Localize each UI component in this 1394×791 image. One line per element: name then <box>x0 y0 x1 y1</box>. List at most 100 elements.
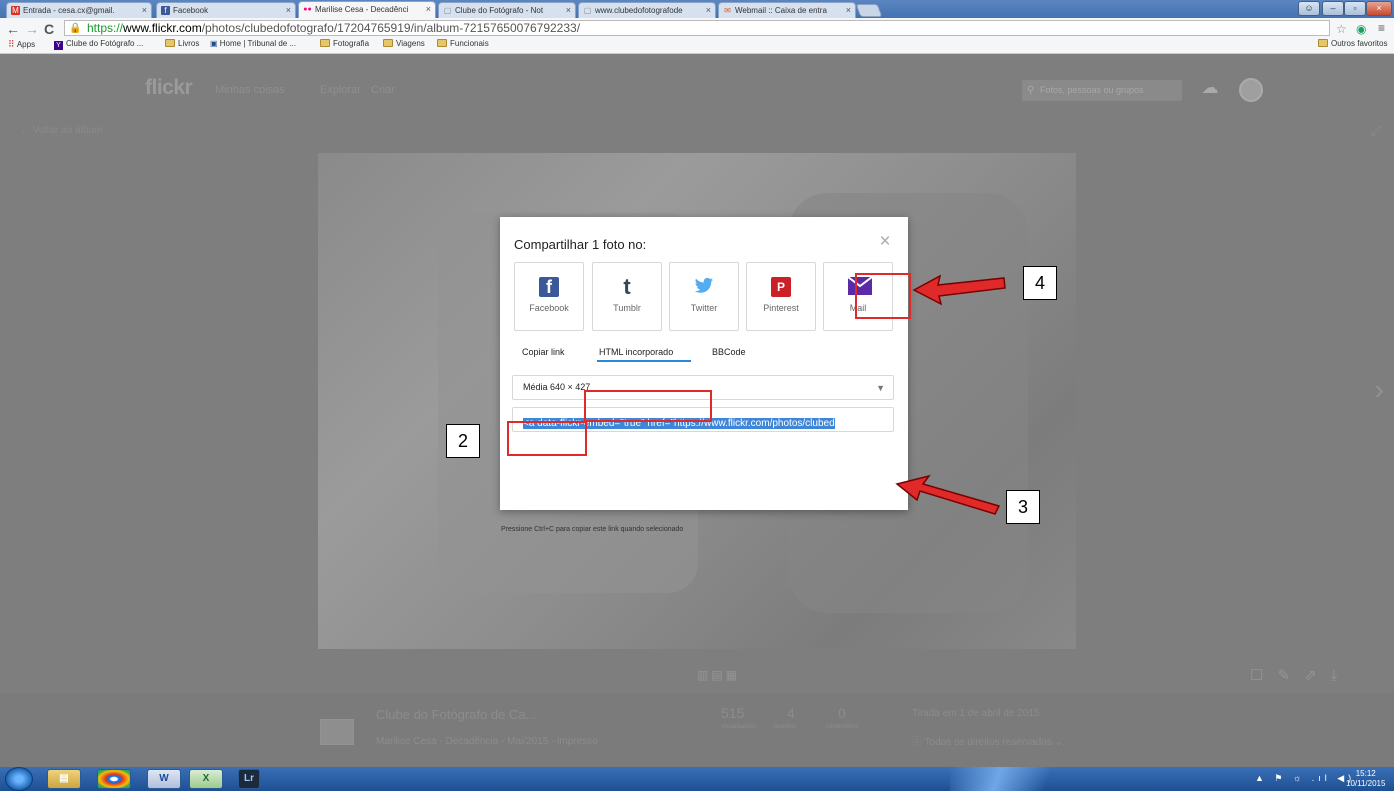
tab-bbcode[interactable]: BBCode <box>712 347 746 357</box>
bookmark-apps[interactable]: ⠿ Apps <box>8 39 35 50</box>
views-count: 515 <box>721 705 745 721</box>
active-tab-indicator <box>597 360 691 362</box>
close-window-button[interactable]: × <box>1366 1 1392 16</box>
annotation-number-4: 4 <box>1023 266 1057 300</box>
facebook-icon: f <box>161 6 170 15</box>
url-path: /photos/clubedofotografo/17204765919/in/… <box>201 21 581 35</box>
folder-icon <box>165 39 175 47</box>
comments-count: 0 <box>838 705 846 721</box>
gmail-icon: M <box>11 6 20 15</box>
nav-explorar[interactable]: Explorar <box>320 84 361 96</box>
faves-count: 4 <box>787 705 795 721</box>
tab-html-incorporado[interactable]: HTML incorporado <box>599 347 673 357</box>
bookmark-tribunal[interactable]: ▣ Home | Tribunal de ... <box>210 39 296 48</box>
tab-label: Webmail :: Caixa de entra <box>735 6 827 15</box>
url-input[interactable]: 🔒 https://www.flickr.com/photos/clubedof… <box>64 20 1330 36</box>
copyright-icon: ⓒ <box>912 737 925 748</box>
chrome-icon[interactable] <box>97 769 131 789</box>
tab-label: Marilise Cesa - Decadênci <box>315 5 409 14</box>
share-label: Twitter <box>690 303 718 313</box>
group-thumbnail[interactable] <box>320 719 354 745</box>
bookmark-fotografia[interactable]: Fotografia <box>320 39 369 48</box>
annotation-box-size <box>507 421 587 456</box>
flickr-search-input[interactable]: ⚲ Fotos, pessoas ou grupos <box>1022 80 1182 101</box>
tab-clube-site[interactable]: ▢ www.clubedofotografode × <box>578 2 716 18</box>
flickr-header: flickr Minhas coisas Explorar Criar ⚲ Fo… <box>0 54 1394 128</box>
apps-icon: ⠿ <box>8 39 15 49</box>
bookmark-clube[interactable]: Y Clube do Fotógrafo ... <box>54 39 143 50</box>
page-icon: ▢ <box>443 6 452 15</box>
close-tab-icon[interactable]: × <box>286 5 291 15</box>
share-label: Facebook <box>529 303 569 313</box>
tab-copiar-link[interactable]: Copiar link <box>522 347 565 357</box>
close-tab-icon[interactable]: × <box>426 4 431 14</box>
share-tumblr-button[interactable]: t Tumblr <box>592 262 662 331</box>
rights-link[interactable]: ⓒ Todos os direitos reservados ⌄ <box>912 733 1063 748</box>
flickr-icon: ●● <box>303 6 312 13</box>
annotation-box-close <box>855 273 911 319</box>
address-bar-area: ← → C 🔒 https://www.flickr.com/photos/cl… <box>0 18 1394 54</box>
share-twitter-button[interactable]: Twitter <box>669 262 739 331</box>
minimize-button[interactable]: – <box>1322 1 1344 16</box>
tribunal-icon: ▣ <box>210 39 220 48</box>
tab-gmail[interactable]: M Entrada - cesa.cx@gmail. × <box>6 2 152 18</box>
window-controls: ☺ – ▫ × <box>1298 0 1392 18</box>
copy-hint: Pressione Ctrl+C para copiar este link q… <box>501 526 684 533</box>
share-dialog: Compartilhar 1 foto no: × f Facebook t T… <box>500 217 908 510</box>
forward-icon[interactable]: → <box>25 21 39 37</box>
clock-date: 10/11/2015 <box>1346 779 1386 788</box>
bookmark-outros[interactable]: Outros favoritos <box>1318 39 1387 48</box>
menu-icon[interactable]: ≡ <box>1378 21 1385 35</box>
share-pinterest-button[interactable]: P Pinterest <box>746 262 816 331</box>
lightroom-icon[interactable]: Lr <box>238 769 260 789</box>
excel-icon[interactable]: X <box>189 769 223 789</box>
tab-webmail[interactable]: ✉ Webmail :: Caixa de entra × <box>718 2 856 18</box>
tab-facebook[interactable]: f Facebook × <box>156 2 296 18</box>
word-icon[interactable]: W <box>147 769 181 789</box>
bookmark-viagens[interactable]: Viagens <box>383 39 425 48</box>
url-domain: www.flickr.com <box>123 21 202 35</box>
back-icon[interactable]: ← <box>6 21 20 37</box>
share-facebook-button[interactable]: f Facebook <box>514 262 584 331</box>
avatar[interactable] <box>1239 78 1263 102</box>
tab-label: Facebook <box>173 6 209 15</box>
close-tab-icon[interactable]: × <box>706 5 711 15</box>
clock[interactable]: 15:12 10/11/2015 <box>1346 769 1385 789</box>
page-icon: ▢ <box>583 6 592 15</box>
photo-action-icons[interactable]: ☐✎⇗⤓ <box>1250 666 1351 684</box>
flickr-logo[interactable]: flickr <box>145 76 193 100</box>
group-title[interactable]: Clube do Fotógrafo de Ca... <box>376 707 536 722</box>
profile-icon[interactable]: ☺ <box>1298 1 1320 16</box>
start-button[interactable] <box>5 767 33 791</box>
close-tab-icon[interactable]: × <box>846 5 851 15</box>
tab-label: www.clubedofotografode <box>595 6 683 15</box>
tab-clube-noticias[interactable]: ▢ Clube do Fotógrafo - Not × <box>438 2 576 18</box>
explorer-icon[interactable]: ▤ <box>47 769 81 789</box>
photo-size-icons[interactable]: ▥▤▦ <box>697 668 740 682</box>
extension-icon[interactable]: ◉ <box>1356 22 1366 36</box>
yahoo-icon: Y <box>54 41 63 50</box>
next-photo-icon[interactable]: › <box>1375 374 1384 406</box>
star-icon[interactable]: ☆ <box>1336 22 1347 36</box>
reload-icon[interactable]: C <box>44 21 54 37</box>
close-tab-icon[interactable]: × <box>566 5 571 15</box>
close-tab-icon[interactable]: × <box>142 5 147 15</box>
folder-icon <box>437 39 447 47</box>
back-to-album-link[interactable]: ← Voltar ao álbum <box>20 125 102 136</box>
share-label: Tumblr <box>613 303 641 313</box>
tab-flickr[interactable]: ●● Marilise Cesa - Decadênci × <box>298 1 436 18</box>
annotation-number-3: 3 <box>1006 490 1040 524</box>
annotation-arrow-3 <box>895 474 1001 515</box>
close-icon[interactable]: × <box>874 231 896 253</box>
bookmark-livros[interactable]: Livros <box>165 39 199 48</box>
upload-cloud-icon[interactable]: ☁ <box>1199 78 1221 100</box>
maximize-button[interactable]: ▫ <box>1344 1 1366 16</box>
new-tab-button[interactable] <box>855 4 883 17</box>
folder-icon <box>320 39 330 47</box>
system-tray-icons[interactable]: ▲ ⚑ ☼ .ıl ◀) <box>1255 773 1355 784</box>
expand-icon[interactable]: ⤢ <box>1371 122 1382 139</box>
nav-criar[interactable]: Criar <box>371 84 395 96</box>
twitter-icon <box>694 277 714 297</box>
bookmark-funcionais[interactable]: Funcionais <box>437 39 489 48</box>
nav-minhas-coisas[interactable]: Minhas coisas <box>215 84 285 96</box>
